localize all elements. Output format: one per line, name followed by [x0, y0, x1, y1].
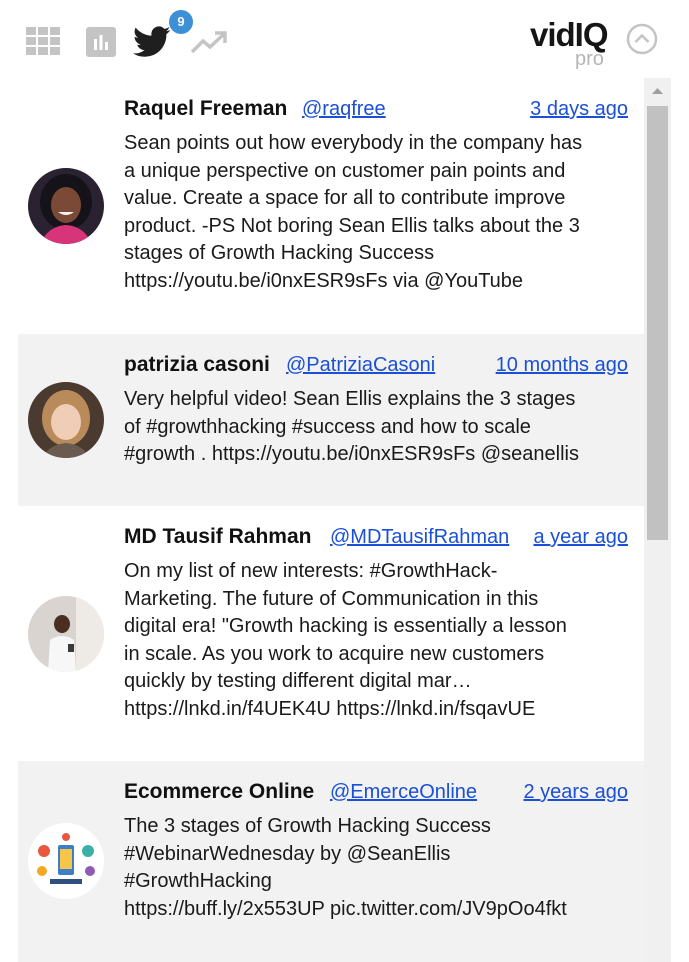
tweet-author-name: Raquel Freeman [124, 97, 288, 120]
avatar[interactable] [28, 596, 104, 672]
tweet-item: MD Tausif Rahman @MDTausifRahman a year … [18, 506, 644, 761]
tweet-text-line: https://youtu.be/i0nxESR9sFs via @YouTub… [124, 269, 524, 292]
scroll-up-arrow-icon[interactable] [644, 78, 671, 104]
tweet-text-line: The 3 stages of Growth Hacking Success [124, 815, 491, 837]
tweet-author-name: patrizia casoni [124, 353, 270, 376]
avatar[interactable] [28, 382, 104, 458]
tweet-author-handle[interactable]: @raqfree [302, 94, 386, 124]
tweet-text-line: in scale. As you work to acquire new cus… [124, 642, 545, 665]
tweet-text: The 3 stages of Growth Hacking Success #… [124, 813, 634, 923]
tweet-timestamp[interactable]: 10 months ago [496, 350, 628, 380]
tweet-text-line: #WebinarWednesday by @SeanEllis [124, 842, 451, 865]
tweet-text-line: On my list of new interests: #GrowthHack… [124, 560, 498, 582]
tweet-text-line: #GrowthHacking [124, 870, 272, 892]
tweet-text-line: https://lnkd.in/f4UEK4U https://lnkd.in/… [124, 697, 536, 720]
tweet-author-handle[interactable]: @MDTausifRahman [330, 522, 509, 552]
tweet-item: Ecommerce Online @EmerceOnline 2 years a… [18, 761, 644, 962]
avatar[interactable] [28, 823, 104, 899]
tweet-text-line: Marketing. The future of Communication i… [124, 587, 539, 610]
tweet-text-line: product. -PS Not boring Sean Ellis talks… [124, 214, 580, 237]
twitter-icon[interactable] [133, 26, 171, 58]
tweet-text-line: https://buff.ly/2x553UP pic.twitter.com/… [124, 897, 567, 920]
tweet-timestamp[interactable]: a year ago [533, 522, 628, 552]
tweet-text-line: digital era! "Growth hacking is essentia… [124, 615, 567, 637]
tweet-author-name: Ecommerce Online [124, 780, 315, 803]
trending-icon[interactable] [190, 30, 228, 56]
tweet-text-line: #growth . https://youtu.be/i0nxESR9sFs @… [124, 443, 579, 465]
scrollbar-thumb[interactable] [647, 106, 668, 540]
tweet-text-line: a unique perspective on customer pain po… [124, 159, 566, 182]
tweet-text: On my list of new interests: #GrowthHack… [124, 558, 634, 723]
tweet-text-line: stages of Growth Hacking Success [124, 242, 435, 264]
avatar[interactable] [28, 168, 104, 244]
tweet-author-handle[interactable]: @PatriziaCasoni [286, 350, 435, 380]
tweet-item: Raquel Freeman @raqfree 3 days ago Sean … [18, 78, 644, 334]
top-toolbar: 9 vidIQ pro [0, 0, 689, 78]
bar-chart-icon[interactable] [86, 27, 116, 57]
tweet-timestamp[interactable]: 3 days ago [530, 94, 628, 124]
vidiq-logo: vidIQ pro [530, 16, 626, 70]
tweet-timestamp[interactable]: 2 years ago [523, 777, 628, 807]
tweet-item: patrizia casoni @PatriziaCasoni 10 month… [18, 334, 644, 506]
collapse-chevron-up-icon[interactable] [626, 23, 658, 55]
tweet-text-line: of #growthhacking #success and how to sc… [124, 415, 531, 438]
tweet-text-line: value. Create a space for all to contrib… [124, 187, 566, 209]
tweet-text-line: quickly by testing different digital mar… [124, 670, 472, 692]
tweet-feed[interactable]: Raquel Freeman @raqfree 3 days ago Sean … [18, 78, 671, 962]
tweet-text: Sean points out how everybody in the com… [124, 130, 634, 295]
grid-icon[interactable] [26, 27, 62, 57]
vertical-scrollbar[interactable] [644, 78, 671, 962]
tweet-text-line: Sean points out how everybody in the com… [124, 132, 583, 154]
tweet-text-line: Very helpful video! Sean Ellis explains … [124, 388, 576, 410]
tweet-text: Very helpful video! Sean Ellis explains … [124, 386, 634, 469]
tweet-author-name: MD Tausif Rahman [124, 525, 312, 548]
tweet-author-handle[interactable]: @EmerceOnline [330, 777, 477, 807]
logo-plan: pro [575, 48, 604, 70]
